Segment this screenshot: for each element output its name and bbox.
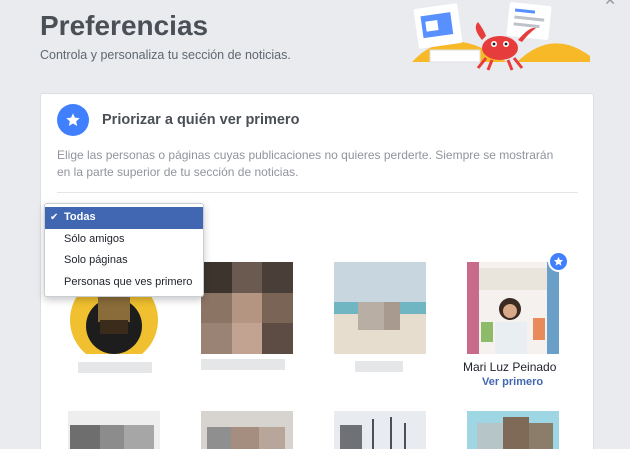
section-title: Priorizar a quién ver primero [102,112,300,128]
person-tile[interactable] [201,262,293,354]
checkmark-icon: ✔ [50,212,59,223]
see-first-link[interactable]: Ver primero [482,376,543,388]
see-first-star-icon [548,251,569,272]
person-tile[interactable] [467,411,559,449]
section-description: Elige las personas o páginas cuyas publi… [57,148,554,179]
crab-illustration [412,2,590,71]
filter-option-friends[interactable]: Sólo amigos [45,229,203,251]
person-tile[interactable] [68,411,160,449]
person-tile[interactable] [334,262,426,354]
page-subtitle: Controla y personaliza tu sección de not… [40,48,291,62]
person-tile[interactable] [334,411,426,449]
star-icon [57,104,89,136]
filter-option-all[interactable]: ✔ Todas [45,207,203,229]
filter-option-pages[interactable]: Solo páginas [45,250,203,272]
person-name [355,361,403,372]
person-tile[interactable] [467,262,559,354]
divider [57,192,578,193]
person-name [201,359,285,370]
filter-option-see-first[interactable]: Personas que ves primero [45,272,203,294]
person-tile[interactable] [201,411,293,449]
page-title: Preferencias [40,10,209,41]
person-name: Mari Luz Peinado [463,360,557,374]
person-name [78,362,152,373]
filter-dropdown-menu[interactable]: ✔ Todas Sólo amigos Solo páginas Persona… [44,203,204,297]
close-icon[interactable]: ✕ [604,0,616,9]
page-header: Preferencias Controla y personaliza tu s… [0,0,630,92]
